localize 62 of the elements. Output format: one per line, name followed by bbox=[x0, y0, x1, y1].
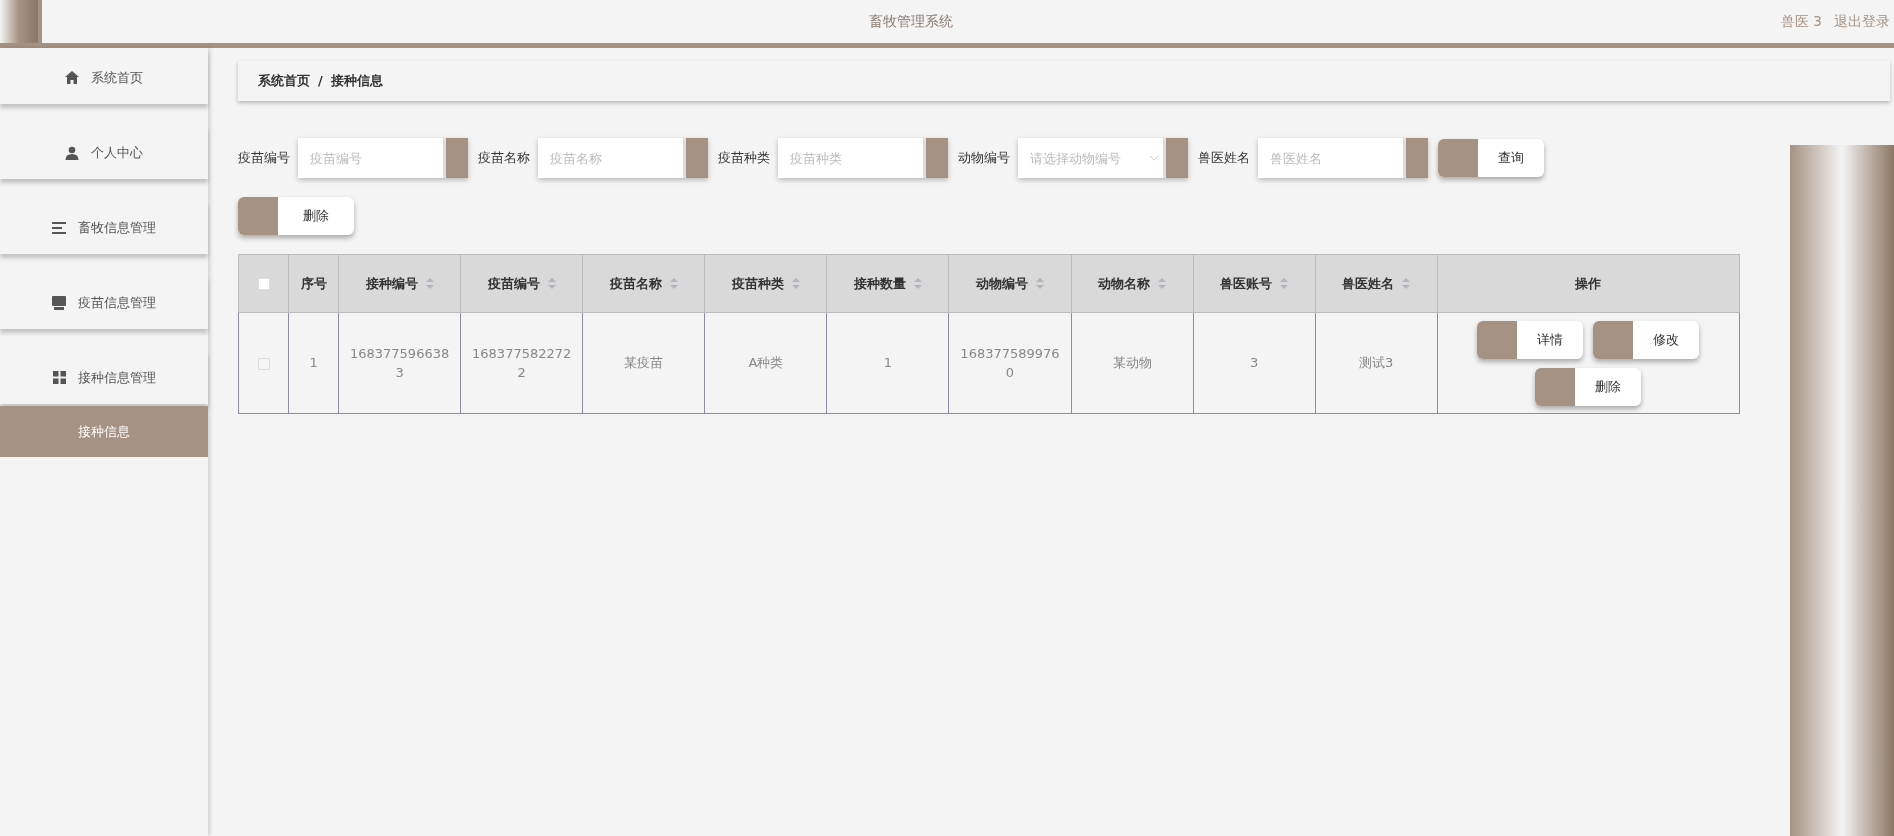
sort-icon[interactable] bbox=[669, 278, 678, 289]
home-icon bbox=[65, 71, 79, 84]
table-cell: 3 bbox=[1250, 355, 1259, 371]
column-title: 兽医姓名 bbox=[1342, 274, 1395, 293]
grid-icon bbox=[52, 371, 66, 384]
sidebar-item[interactable]: 畜牧信息管理 bbox=[0, 201, 208, 254]
input-field[interactable]: 疫苗种类 bbox=[778, 138, 948, 178]
column-title: 操作 bbox=[1575, 274, 1602, 293]
sort-icon[interactable] bbox=[791, 278, 800, 289]
select-field[interactable]: 请选择动物编号 bbox=[1018, 138, 1188, 178]
filter-label: 兽医姓名 bbox=[1198, 149, 1250, 168]
sort-icon[interactable] bbox=[913, 278, 922, 289]
filter-label: 疫苗种类 bbox=[718, 149, 770, 168]
breadcrumb-current: 接种信息 bbox=[330, 72, 383, 91]
sort-icon[interactable] bbox=[425, 278, 434, 289]
table-cell: A种类 bbox=[748, 355, 784, 371]
table-cell: 1683775822722 bbox=[472, 345, 572, 380]
action-button[interactable]: 删除 bbox=[1535, 367, 1642, 406]
sidebar-item[interactable]: 疫苗信息管理 bbox=[0, 276, 208, 329]
action-button[interactable]: 修改 bbox=[1593, 320, 1700, 359]
breadcrumb-separator: / bbox=[318, 72, 323, 91]
input-field[interactable]: 疫苗编号 bbox=[298, 138, 468, 178]
column-title: 接种数量 bbox=[853, 274, 906, 293]
column-title: 接种编号 bbox=[365, 274, 418, 293]
user-name: 兽医 3 bbox=[1780, 12, 1822, 31]
search-button[interactable]: 查询 bbox=[1438, 139, 1544, 177]
sort-icon[interactable] bbox=[1158, 278, 1167, 289]
column-title: 疫苗种类 bbox=[731, 274, 784, 293]
chevron-icon bbox=[1149, 155, 1159, 161]
column-title: 序号 bbox=[300, 274, 327, 293]
table-cell: 1 bbox=[309, 355, 318, 371]
checkbox[interactable] bbox=[257, 278, 270, 291]
column-title: 动物名称 bbox=[1098, 274, 1151, 293]
column-title: 疫苗编号 bbox=[487, 274, 540, 293]
sidebar-item[interactable]: 接种信息管理 bbox=[0, 351, 208, 404]
table-cell: 某动物 bbox=[1112, 355, 1152, 371]
sort-icon[interactable] bbox=[1402, 278, 1411, 289]
table-cell: 测试3 bbox=[1359, 355, 1394, 371]
input-field[interactable]: 兽医姓名 bbox=[1258, 138, 1428, 178]
sidebar-item[interactable]: 系统首页 bbox=[0, 51, 208, 104]
sidebar-item[interactable]: 个人中心 bbox=[0, 126, 208, 179]
action-button[interactable]: 详情 bbox=[1477, 320, 1584, 359]
sort-icon[interactable] bbox=[547, 278, 556, 289]
filter-label: 动物编号 bbox=[958, 149, 1010, 168]
user-icon bbox=[65, 145, 79, 160]
table-cell: 1 bbox=[883, 355, 893, 371]
list-icon bbox=[52, 221, 66, 234]
input-field[interactable]: 疫苗名称 bbox=[538, 138, 708, 178]
table-cell: 1683775899760 bbox=[960, 345, 1060, 380]
column-title: 兽医账号 bbox=[1220, 274, 1273, 293]
filter-label: 疫苗编号 bbox=[238, 149, 290, 168]
app-title: 畜牧管理系统 bbox=[868, 12, 955, 31]
sort-icon[interactable] bbox=[1280, 278, 1289, 289]
table-cell: 1683775966383 bbox=[349, 345, 450, 380]
table-cell: 某疫苗 bbox=[624, 355, 664, 371]
breadcrumb-link[interactable]: 系统首页 bbox=[258, 71, 310, 91]
delete-button[interactable]: 删除 bbox=[238, 197, 354, 235]
tray-icon bbox=[52, 295, 66, 310]
column-title: 疫苗名称 bbox=[609, 274, 662, 293]
sort-icon[interactable] bbox=[1036, 278, 1044, 289]
filter-label: 疫苗名称 bbox=[478, 149, 530, 168]
column-title: 动物编号 bbox=[976, 274, 1028, 293]
